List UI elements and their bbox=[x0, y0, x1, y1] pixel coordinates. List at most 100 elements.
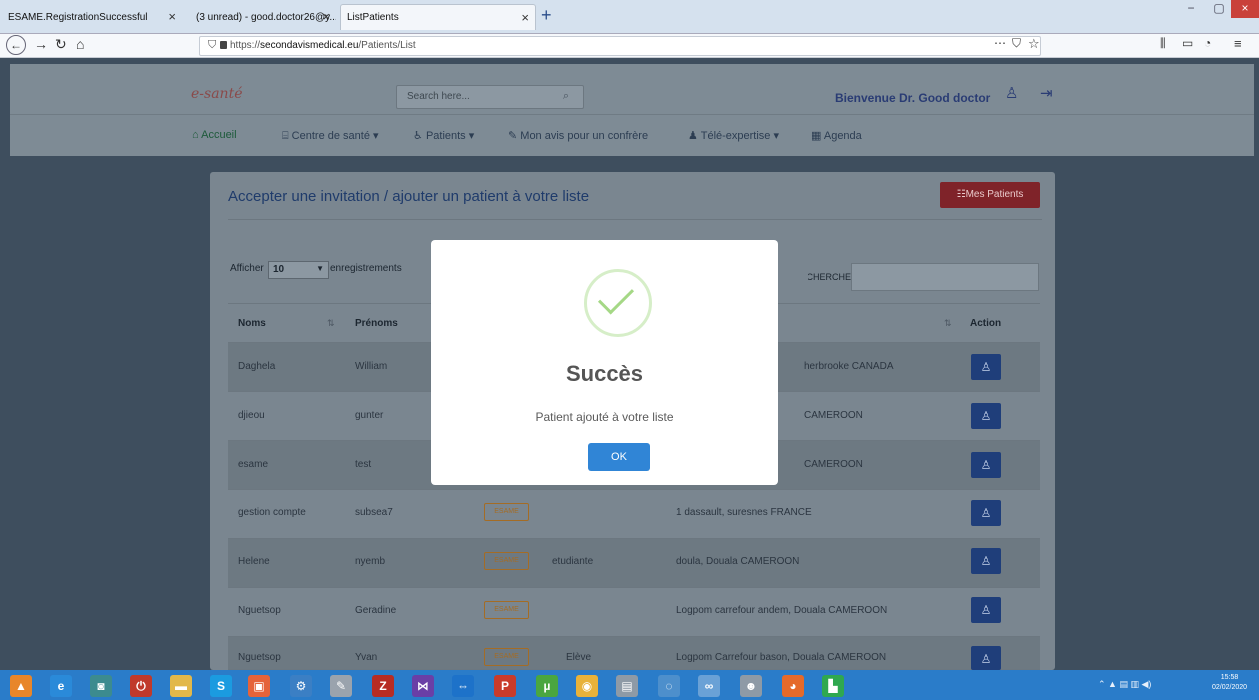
url-path: /Patients/List bbox=[358, 40, 416, 51]
clock-time: 15:58 bbox=[1220, 674, 1239, 681]
table-search-input[interactable] bbox=[851, 263, 1039, 291]
address-bar[interactable]: ⛉ https://secondavismedical.eu/Patients/… bbox=[199, 36, 1041, 56]
vlc-icon[interactable]: ▲ bbox=[10, 675, 32, 697]
site-header bbox=[10, 64, 1254, 156]
system-tray[interactable]: ⌃ ▲ ▤ ▥ ◀) bbox=[1098, 679, 1151, 690]
sidebar-icon[interactable]: ▭ bbox=[1182, 36, 1193, 50]
forward-icon[interactable]: → bbox=[34, 36, 48, 52]
menu-centre-de-sante[interactable]: ⌸ Centre de santé ▾ bbox=[282, 129, 379, 143]
menu-agenda[interactable]: ▦ Agenda bbox=[811, 129, 862, 142]
cell-adresse: CAMEROON bbox=[804, 410, 863, 421]
close-tab-icon[interactable]: × bbox=[322, 9, 330, 24]
cell-prenom: subsea7 bbox=[355, 507, 393, 518]
add-patient-button[interactable]: ♙ bbox=[971, 452, 1001, 478]
firefox-icon[interactable]: ◕ bbox=[782, 675, 804, 697]
logout-icon[interactable]: ⇥ bbox=[1040, 84, 1053, 102]
records-label: enregistrements bbox=[330, 263, 402, 274]
cell-prenom: Yvan bbox=[355, 652, 378, 663]
search-input[interactable]: Search here... ⌕ bbox=[396, 85, 584, 109]
menu-mon-avis[interactable]: ✎ Mon avis pour un confrère bbox=[508, 129, 648, 142]
skype-icon[interactable]: S bbox=[210, 675, 232, 697]
maximize-button[interactable]: ▢ bbox=[1205, 0, 1233, 18]
add-patient-button[interactable]: ♙ bbox=[971, 500, 1001, 526]
sort-icon[interactable]: ⇅ bbox=[944, 318, 952, 329]
calendar-icon: ▦ bbox=[811, 130, 822, 142]
chrome-icon[interactable]: ◉ bbox=[576, 675, 598, 697]
torrent-icon[interactable]: µ bbox=[536, 675, 558, 697]
clock[interactable]: 15:58 02/02/2020 bbox=[1212, 673, 1247, 693]
filezilla-icon[interactable]: Z bbox=[372, 675, 394, 697]
app-icon[interactable]: ◙ bbox=[90, 675, 112, 697]
page-length-select[interactable]: 10 ▼ bbox=[268, 261, 329, 279]
header-divider bbox=[10, 114, 1254, 115]
ok-button[interactable]: OK bbox=[588, 443, 650, 471]
search-placeholder: Search here... bbox=[407, 91, 470, 102]
extension-icon[interactable]: ◔ bbox=[1204, 36, 1211, 50]
user-icon: ♙ bbox=[980, 506, 992, 520]
pocket-icon[interactable]: ⛉ bbox=[1012, 36, 1021, 51]
site-logo[interactable]: e-santé bbox=[191, 86, 242, 102]
library-icon[interactable]: ⫼ bbox=[1160, 36, 1166, 51]
bookmark-star-icon[interactable]: ☆ bbox=[1028, 36, 1040, 52]
menu-patients[interactable]: ♿ Patients ▾ bbox=[413, 129, 474, 142]
add-patient-button[interactable]: ♙ bbox=[971, 354, 1001, 380]
esame-badge: ESAME bbox=[484, 552, 529, 570]
vs-icon[interactable]: ⋈ bbox=[412, 675, 434, 697]
home-icon[interactable]: ⌂ bbox=[76, 36, 84, 52]
tool-icon[interactable]: ✎ bbox=[330, 675, 352, 697]
column-noms[interactable]: Noms bbox=[238, 318, 266, 329]
cell-nom: gestion compte bbox=[238, 507, 306, 518]
edge-icon[interactable]: e bbox=[50, 675, 72, 697]
people-icon[interactable]: ☻ bbox=[740, 675, 762, 697]
cell-nom: Nguetsop bbox=[238, 605, 281, 616]
teamviewer-icon[interactable]: ⇔ bbox=[452, 675, 474, 697]
publisher-icon[interactable]: P bbox=[494, 675, 516, 697]
new-tab-button[interactable]: + bbox=[541, 5, 552, 26]
power-icon[interactable]: ⏻ bbox=[130, 675, 152, 697]
url-prefix: https:// bbox=[230, 40, 261, 51]
minimize-button[interactable]: − bbox=[1177, 0, 1205, 18]
page-actions-icon[interactable]: ⋯ bbox=[994, 36, 1006, 50]
menu-icon[interactable]: ≡ bbox=[1234, 36, 1242, 51]
tab-listpatients[interactable]: ListPatients × bbox=[340, 4, 536, 30]
cell-nom: esame bbox=[238, 459, 269, 470]
close-window-button[interactable]: × bbox=[1231, 0, 1259, 18]
reload-icon[interactable]: ↻ bbox=[55, 36, 67, 53]
tab-registration[interactable]: ESAME.RegistrationSuccessful × bbox=[2, 4, 182, 30]
welcome-text: Bienvenue Dr. Good doctor bbox=[835, 91, 991, 105]
close-tab-icon[interactable]: × bbox=[168, 9, 176, 24]
network2-icon[interactable]: ∞ bbox=[698, 675, 720, 697]
close-tab-icon[interactable]: × bbox=[521, 10, 529, 25]
user-icon[interactable]: ♙ bbox=[1005, 84, 1018, 102]
menu-label: Patients ▾ bbox=[425, 130, 475, 142]
cell-nom: Daghela bbox=[238, 361, 276, 372]
menu-label: Télé-expertise ▾ bbox=[700, 130, 780, 142]
wifi-icon[interactable]: ◌ bbox=[658, 675, 680, 697]
user-icon: ♙ bbox=[980, 554, 992, 568]
folder-icon[interactable]: ▬ bbox=[170, 675, 192, 697]
tab-mail[interactable]: (3 unread) - good.doctor26@y... × bbox=[186, 4, 336, 30]
add-patient-button[interactable]: ♙ bbox=[971, 646, 1001, 670]
add-patient-button[interactable]: ♙ bbox=[971, 548, 1001, 574]
menu-tele-expertise[interactable]: ♟ Télé-expertise ▾ bbox=[688, 129, 779, 142]
sort-icon[interactable]: ⇅ bbox=[327, 318, 335, 329]
cell-adresse: doula, Douala CAMEROON bbox=[676, 556, 800, 567]
add-patient-button[interactable]: ♙ bbox=[971, 403, 1001, 429]
search-icon[interactable]: ⌕ bbox=[563, 90, 569, 103]
menu-accueil[interactable]: ⌂ Accueil bbox=[192, 129, 237, 141]
back-icon[interactable]: ← bbox=[6, 35, 26, 55]
network-icon[interactable]: ⚙ bbox=[290, 675, 312, 697]
tab-label: ESAME.RegistrationSuccessful bbox=[8, 11, 148, 23]
tab-label: ListPatients bbox=[347, 12, 399, 23]
table-row bbox=[228, 588, 1040, 637]
menu-label: Agenda bbox=[823, 130, 862, 142]
add-patient-button[interactable]: ♙ bbox=[971, 597, 1001, 623]
menu-label: Accueil bbox=[201, 129, 237, 141]
mes-patients-button[interactable]: ☷Mes Patients bbox=[940, 182, 1040, 208]
column-prenoms[interactable]: Prénoms bbox=[355, 318, 398, 329]
menu-label: Centre de santé ▾ bbox=[291, 130, 379, 142]
photo-icon[interactable]: ▣ bbox=[248, 675, 270, 697]
green-app-icon[interactable]: ▙ bbox=[822, 675, 844, 697]
document-icon[interactable]: ▤ bbox=[616, 675, 638, 697]
cell-profession: Elève bbox=[566, 652, 592, 663]
